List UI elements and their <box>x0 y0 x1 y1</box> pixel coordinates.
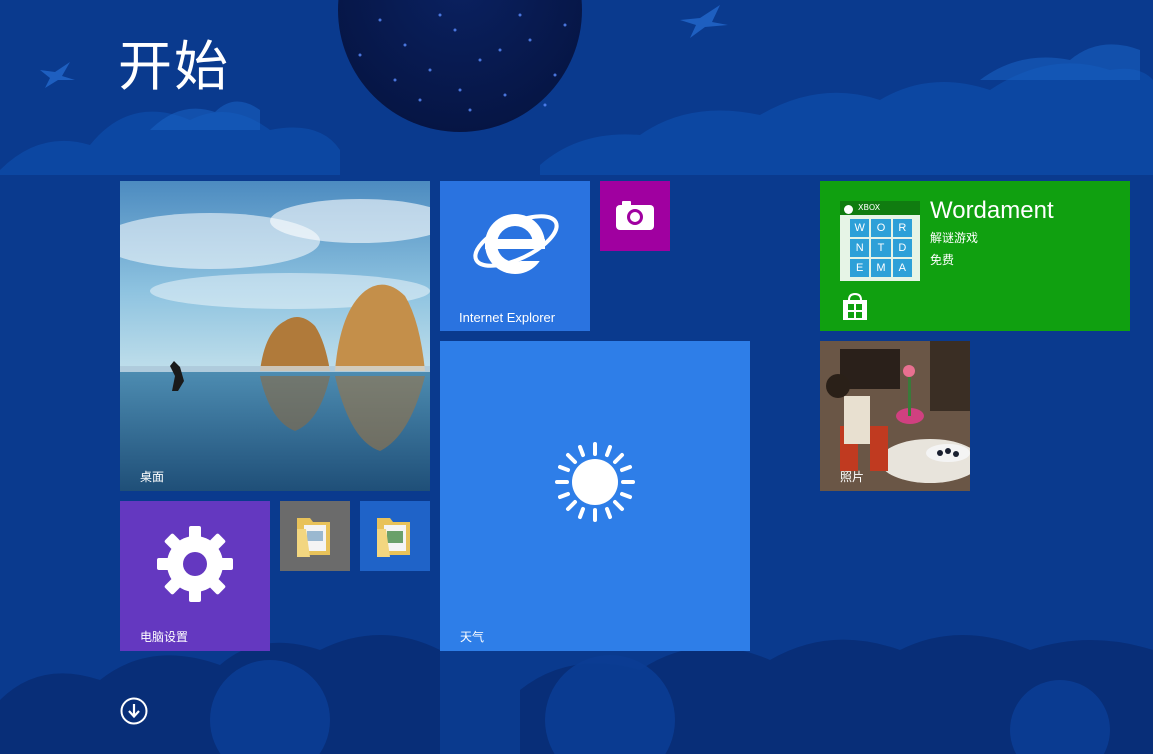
tile-label: Internet Explorer <box>459 310 556 325</box>
tile-camera[interactable] <box>600 181 670 251</box>
tile-weather[interactable]: 天气 <box>440 341 750 651</box>
tile-label: 照片 <box>840 470 865 484</box>
tile-label: 电脑设置 <box>140 630 189 644</box>
app-title: Wordament <box>930 197 1054 224</box>
letter-cell: W <box>850 219 870 237</box>
tile-label: 桌面 <box>140 470 165 484</box>
tile-folder-2[interactable] <box>360 501 430 571</box>
tile-photos[interactable]: 照片 <box>820 341 970 491</box>
letter-cell: N <box>850 239 870 257</box>
camera-icon <box>616 201 654 230</box>
tile-internet-explorer[interactable]: Internet Explorer <box>440 181 590 331</box>
folder-icon <box>377 518 410 557</box>
xbox-icon <box>844 205 853 214</box>
desktop-wallpaper-image <box>120 181 430 491</box>
app-category: 解谜游戏 <box>930 231 979 245</box>
letter-cell: M <box>871 259 891 277</box>
letter-cell: A <box>892 259 912 277</box>
internet-explorer-icon <box>473 214 559 274</box>
tile-wordament[interactable]: XBOX WORNTDEMA Wordament 解谜游戏 免费 <box>820 181 1130 331</box>
sun-icon <box>555 442 635 522</box>
store-icon <box>843 293 867 320</box>
letter-cell: E <box>850 259 870 277</box>
page-title: 开始 <box>118 35 230 98</box>
tile-label: 天气 <box>460 630 485 644</box>
letter-cell: T <box>871 239 891 257</box>
tile-desktop[interactable]: 桌面 <box>120 181 430 491</box>
app-price: 免费 <box>930 253 955 267</box>
wordament-logo: XBOX WORNTDEMA <box>840 201 920 281</box>
tile-folder-1[interactable] <box>280 501 350 571</box>
letter-cell: O <box>871 219 891 237</box>
letter-grid: WOR NTD EMA <box>850 219 912 277</box>
letter-cell: D <box>892 239 912 257</box>
letter-cell: R <box>892 219 912 237</box>
folder-icon <box>297 518 330 557</box>
tile-pc-settings[interactable]: 电脑设置 <box>120 501 270 651</box>
arrow-down-circle-icon[interactable] <box>120 697 148 725</box>
